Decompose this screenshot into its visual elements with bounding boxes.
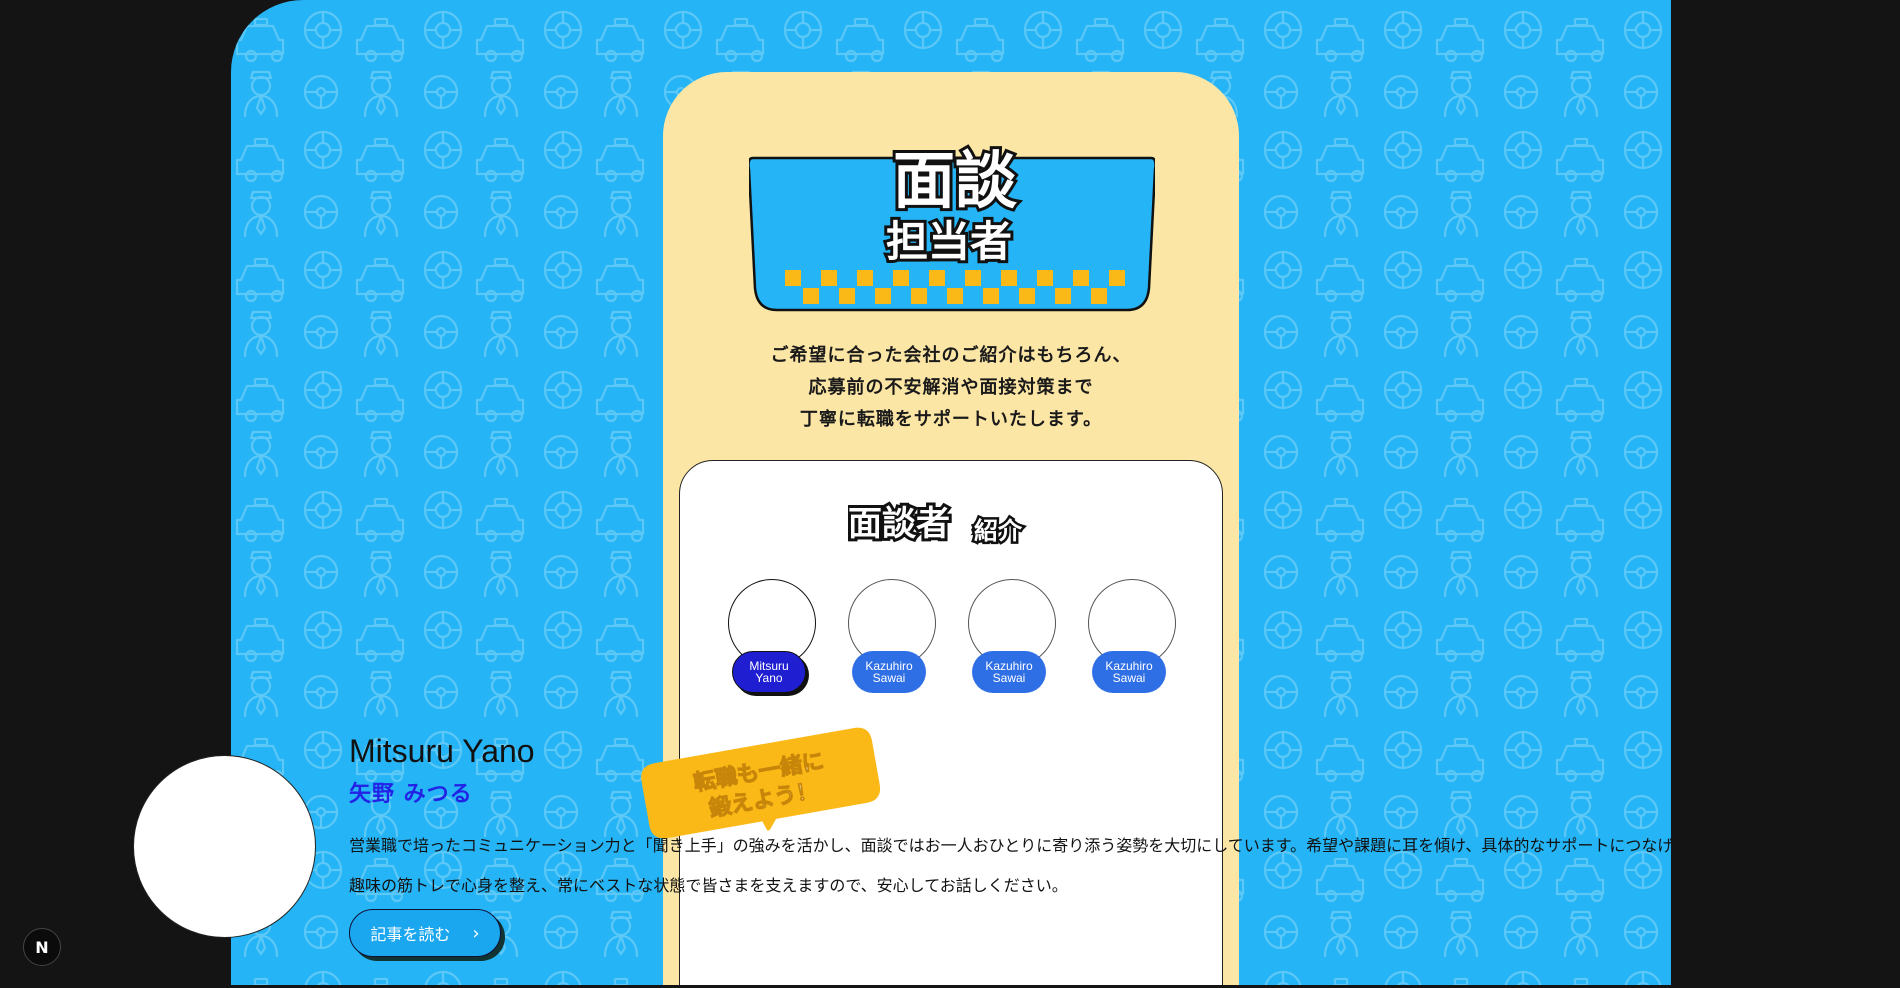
panel-title: 面談者 紹介 (848, 501, 1025, 545)
panel-title-sub: 紹介 (974, 517, 1023, 545)
read-article-button[interactable]: 記事を読む › (349, 909, 501, 957)
profile-description: 営業職で培ったコミュニケーション力と「聞き上手」の強みを活かし、面談ではお一人お… (349, 826, 1671, 906)
interviewer-panel: 面談者 紹介 Mitsuru Yano Kazuhiro Sawai Kazuh… (679, 460, 1223, 985)
read-article-label: 記事を読む (370, 925, 451, 944)
nextjs-dev-badge[interactable]: N (23, 928, 61, 966)
interviewer-item[interactable]: Kazuhiro Sawai (846, 579, 936, 697)
profile-avatar (133, 755, 316, 938)
interviewer-name-chip[interactable]: Mitsuru Yano (732, 651, 806, 693)
banner-title-line1: 面談 (893, 144, 1017, 217)
interviewer-name-chip[interactable]: Kazuhiro Sawai (972, 651, 1046, 693)
lead-text: ご希望に合った会社のご紹介はもちろん、 応募前の不安解消や面接対策まで 丁寧に転… (663, 340, 1239, 436)
lead-line2: 応募前の不安解消や面接対策まで (808, 377, 1094, 398)
interviewer-item[interactable]: Kazuhiro Sawai (966, 579, 1056, 697)
profile-text-line2: 趣味の筋トレで心身を整え、常にベストな状態で皆さまを支えますので、安心してお話し… (349, 876, 1068, 895)
interviewer-name-chip[interactable]: Kazuhiro Sawai (1092, 651, 1166, 693)
banner-title-line2: 担当者 (886, 217, 1012, 266)
profile-text-line1: 営業職で培ったコミュニケーション力と「聞き上手」の強みを活かし、面談ではお一人お… (349, 836, 1671, 855)
interviewer-item[interactable]: Mitsuru Yano (726, 579, 816, 697)
profile-kana: 矢野 みつる (349, 782, 473, 807)
title-banner: 面談 担当者 (749, 141, 1155, 312)
panel-title-main: 面談者 (848, 504, 950, 544)
lead-line1: ご希望に合った会社のご紹介はもちろん、 (770, 345, 1132, 366)
profile-name: Mitsuru Yano (349, 733, 535, 769)
chevron-right-icon: › (472, 922, 480, 944)
interviewer-name-chip[interactable]: Kazuhiro Sawai (852, 651, 926, 693)
interviewer-item[interactable]: Kazuhiro Sawai (1086, 579, 1176, 697)
lead-line3: 丁寧に転職をサポートいたします。 (799, 409, 1103, 430)
